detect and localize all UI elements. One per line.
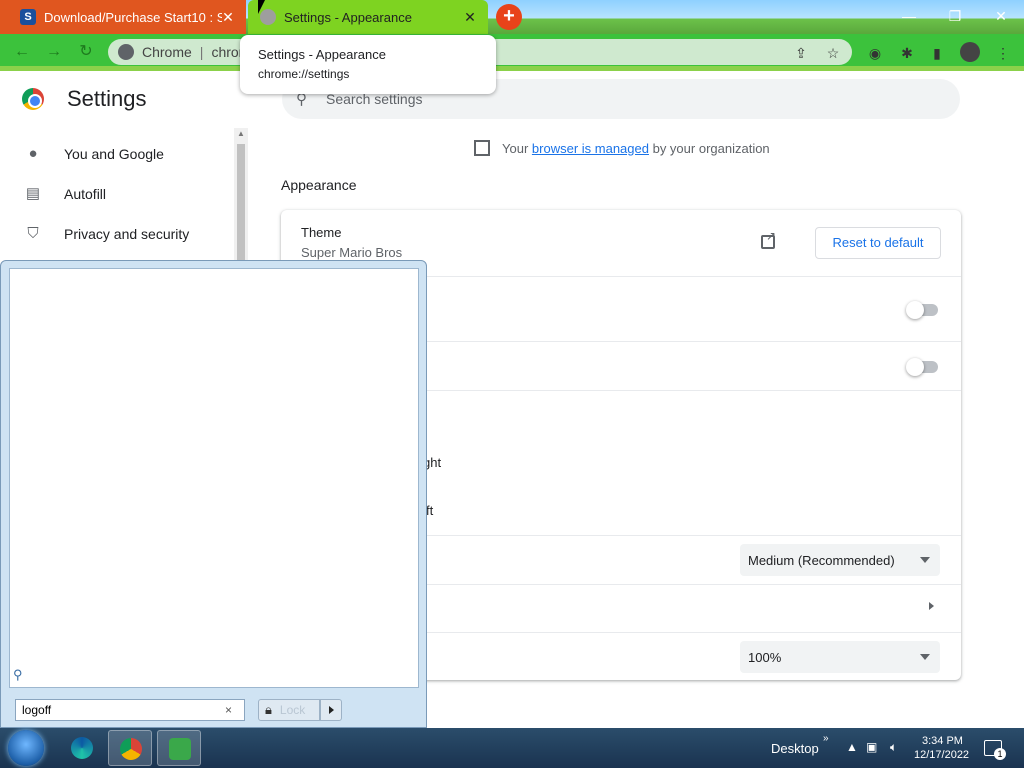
close-window-button[interactable]: ✕ [978, 0, 1024, 32]
mouse-cursor-icon [258, 0, 265, 14]
tab-strip: S Download/Purchase Start10 : Sof ✕ Sett… [0, 0, 1024, 34]
reset-theme-button[interactable]: Reset to default [815, 227, 941, 259]
maximize-button[interactable]: ❐ [932, 0, 978, 32]
start-search-input[interactable] [22, 703, 212, 717]
puzzle-icon[interactable]: ✱ [898, 44, 916, 62]
clock-time[interactable]: 3:34 PM [922, 735, 963, 747]
desktop-toolbar-label[interactable]: Desktop [771, 741, 819, 756]
menu-icon[interactable]: ⋮ [994, 44, 1012, 62]
power-options-arrow-button[interactable] [320, 699, 342, 721]
open-in-new-icon[interactable] [761, 229, 776, 249]
edge-can-icon[interactable] [60, 730, 104, 766]
font-size-value: Medium (Recommended) [748, 552, 895, 568]
start-menu: ⚲ × 🔒︎ Lock [0, 260, 427, 728]
lock-button[interactable]: 🔒︎ Lock [258, 699, 320, 721]
person-icon: ● [28, 145, 38, 162]
lock-label: Lock [279, 703, 306, 717]
managed-suffix: by your organization [652, 140, 770, 156]
sidebar-item-label: You and Google [64, 146, 164, 162]
clock-date[interactable]: 12/17/2022 [914, 749, 969, 761]
chrome-icon[interactable] [108, 730, 152, 766]
managed-prefix: Your [502, 140, 529, 156]
sidebar-item-label: Privacy and security [64, 226, 190, 242]
share-icon[interactable]: ⇪ [792, 44, 810, 62]
network-icon[interactable]: ▣ [866, 740, 877, 754]
toggle-switch[interactable] [906, 358, 938, 376]
back-icon[interactable]: ← [12, 42, 32, 62]
theme-value: Super Mario Bros [301, 245, 403, 260]
omnibox-separator: | [199, 44, 204, 60]
sidebar-item-privacy[interactable]: ⛉ Privacy and security [0, 214, 232, 254]
profile-avatar-icon[interactable] [960, 42, 980, 62]
managed-notice: Your browser is managed by your organiza… [474, 140, 770, 156]
sidebar-item-label: Autofill [64, 186, 107, 202]
chevron-right-icon[interactable] [929, 602, 934, 610]
lock-icon: 🔒︎ [265, 702, 272, 717]
tray-up-arrow-icon[interactable]: ▲ [846, 740, 858, 754]
tab-settings-appearance[interactable]: Settings - Appearance ✕ [248, 0, 488, 34]
forward-icon[interactable]: → [44, 42, 64, 62]
scroll-up-arrow-icon[interactable]: ▲ [237, 130, 245, 138]
minimize-button[interactable]: — [886, 0, 932, 32]
search-icon: ⚲ [13, 667, 23, 682]
tooltip-title: Settings - Appearance [258, 47, 386, 62]
shield-icon: ⛉ [27, 225, 39, 242]
toggle-switch[interactable] [906, 301, 938, 319]
close-tab-icon[interactable]: ✕ [220, 9, 236, 25]
sidebar-item-you-and-google[interactable]: ● You and Google [0, 134, 232, 174]
scrollbar-thumb[interactable] [237, 144, 245, 268]
volume-icon[interactable]: 🔈︎ [890, 740, 897, 755]
tab-hover-card: Settings - Appearance chrome://settings [240, 35, 496, 94]
frog-glyph-icon [169, 738, 191, 760]
new-tab-button[interactable]: + [496, 4, 522, 30]
omnibox-chip-label: Chrome [142, 44, 192, 60]
tab-label: Download/Purchase Start10 : Sof [44, 9, 222, 25]
bookmark-star-icon[interactable]: ☆ [824, 44, 842, 62]
font-size-select[interactable]: Medium (Recommended) [740, 544, 940, 576]
sidepanel-icon[interactable]: ▮ [928, 44, 946, 62]
reload-icon[interactable]: ↻ [76, 42, 96, 62]
page-zoom-value: 100% [748, 649, 782, 665]
browser-toolbar: ← → ↻ Chrome | chrom ⇪ ☆ ◉ ✱ ▮ ⋮ [0, 34, 1024, 70]
start-search-box[interactable]: × [15, 699, 245, 721]
chevron-icon[interactable]: » [823, 733, 829, 744]
page-title: Settings [67, 86, 147, 111]
managed-link[interactable]: browser is managed [532, 141, 649, 156]
start-search-results [9, 268, 419, 688]
tooltip-url: chrome://settings [258, 67, 350, 81]
edge-glyph-icon [71, 737, 93, 759]
extension-icon[interactable]: ◉ [866, 44, 884, 62]
building-icon [474, 140, 490, 156]
clear-search-icon[interactable]: × [225, 703, 232, 717]
page-zoom-select[interactable]: 100% [740, 641, 940, 673]
theme-label: Theme [301, 225, 342, 240]
tab-label: Settings - Appearance [284, 9, 412, 25]
dropdown-caret-icon [920, 557, 930, 563]
clipboard-icon: ▤ [25, 185, 41, 202]
sidebar-scrollbar[interactable]: ▲ [234, 128, 248, 268]
tab-start10[interactable]: S Download/Purchase Start10 : Sof ✕ [0, 0, 246, 34]
close-tab-icon[interactable]: ✕ [462, 9, 478, 25]
chrome-site-icon [118, 44, 134, 60]
start-button[interactable] [8, 730, 44, 766]
chrome-logo-icon [22, 88, 44, 110]
start10-favicon-icon: S [20, 9, 36, 25]
section-title: Appearance [281, 177, 357, 193]
notification-count: 1 [994, 748, 1006, 760]
sidebar-item-autofill[interactable]: ▤ Autofill [0, 174, 232, 214]
chrome-glyph-icon [120, 738, 142, 760]
frog-app-icon[interactable] [157, 730, 201, 766]
dropdown-caret-icon [920, 654, 930, 660]
